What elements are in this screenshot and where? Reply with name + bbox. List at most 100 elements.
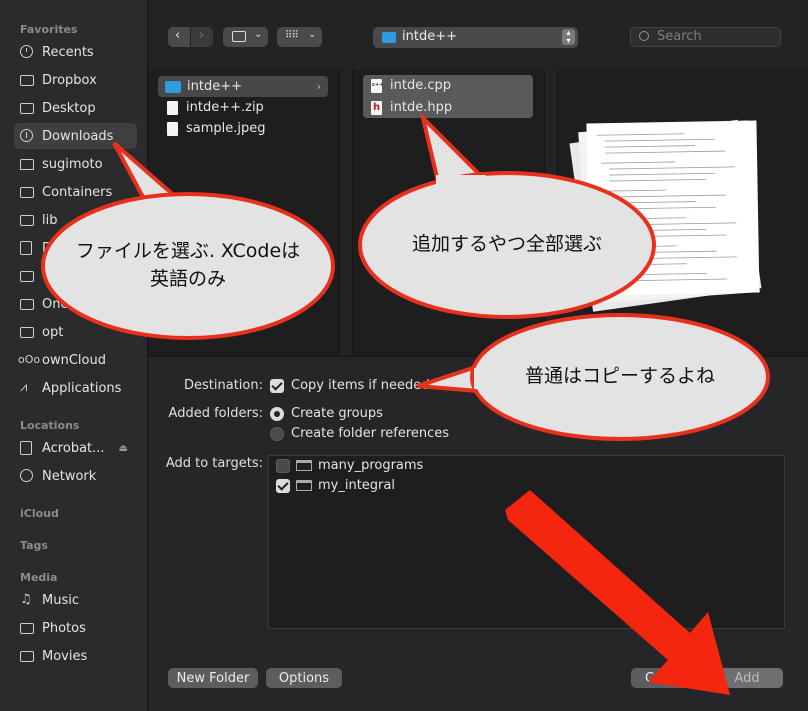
- chevron-right-icon: ›: [316, 80, 321, 93]
- owncloud-icon: oOo: [18, 353, 41, 366]
- callout-text-usually-copy: 普通はコピーするよね: [524, 365, 715, 388]
- location-label: intde++: [402, 29, 457, 44]
- sidebar-item-label: opt: [42, 324, 64, 340]
- list-item-intde-hpp[interactable]: h intde.hpp: [371, 97, 452, 118]
- sidebar-item-photos[interactable]: Photos: [14, 615, 137, 641]
- back-button[interactable]: ‹: [168, 27, 190, 47]
- location-popup[interactable]: intde++ ▴ ▾: [373, 27, 578, 48]
- locations-header: Locations: [20, 419, 80, 432]
- options-button[interactable]: Options: [266, 668, 342, 688]
- favorites-header: Favorites: [20, 23, 78, 36]
- sidebar-item-network[interactable]: Network: [14, 463, 137, 489]
- music-icon: ♫: [20, 592, 32, 607]
- target-checkbox[interactable]: [276, 458, 290, 473]
- file-preview: [566, 112, 776, 312]
- sidebar-item-label: D: [42, 240, 53, 256]
- film-icon: [20, 649, 34, 663]
- create-folder-references-label: Create folder references: [291, 426, 450, 441]
- sidebar-item-label: Music: [42, 592, 79, 608]
- sidebar-item-acrobat[interactable]: Acrobat... ⏏: [14, 435, 137, 461]
- file-badge: c++: [372, 81, 384, 88]
- search-field[interactable]: Search: [630, 27, 781, 47]
- sidebar-item-label: Acrobat...: [42, 440, 105, 456]
- list-item-intde-folder[interactable]: intde++ ›: [165, 76, 325, 97]
- copy-items-label: Copy items if needed: [291, 378, 430, 393]
- view-grid-button[interactable]: ⠿⠿ ⌄: [277, 27, 322, 47]
- sidebar-item-opt[interactable]: opt: [14, 319, 137, 345]
- cpp-file-icon: c++: [371, 78, 384, 93]
- target-row-my-integral[interactable]: my_integral: [276, 478, 395, 493]
- file-badge: h: [373, 101, 381, 113]
- copy-items-checkbox[interactable]: [270, 378, 284, 393]
- sidebar-item-label: lib: [42, 212, 58, 228]
- create-groups-label: Create groups: [291, 406, 383, 421]
- folder-icon: [20, 73, 34, 87]
- sidebar-item-downloads[interactable]: Downloads: [14, 123, 137, 149]
- forward-button[interactable]: ›: [191, 27, 213, 47]
- cancel-button[interactable]: Cancel: [631, 668, 703, 688]
- add-button[interactable]: Add: [711, 668, 783, 688]
- callout-text-select-file: ファイルを選ぶ. XCodeは英語のみ: [75, 240, 301, 290]
- grid-icon: ⠿⠿: [285, 30, 299, 41]
- sidebar-item-owncloud[interactable]: oOo ownCloud: [14, 347, 137, 373]
- media-header: Media: [20, 571, 58, 584]
- copy-items-option[interactable]: Copy items if needed: [270, 378, 429, 393]
- updown-chevron-icon: ▴ ▾: [562, 29, 575, 45]
- sidebar-item-label: Photos: [42, 620, 86, 636]
- create-folder-references-radio[interactable]: [270, 426, 284, 441]
- clock-icon: [20, 45, 34, 59]
- list-item-intde-cpp[interactable]: c++ intde.cpp: [371, 75, 451, 96]
- sidebar-item-label: Recents: [42, 44, 94, 60]
- column-divider[interactable]: [339, 70, 353, 356]
- folder-icon: [20, 185, 34, 199]
- added-folders-label: Added folders:: [168, 406, 263, 421]
- list-item-intde-zip[interactable]: intde++.zip: [167, 97, 264, 118]
- sidebar-item-sugimoto[interactable]: sugimoto: [14, 151, 137, 177]
- create-folder-references-option[interactable]: Create folder references: [270, 426, 449, 441]
- sidebar-item-label: ownCloud: [42, 352, 106, 368]
- view-columns-button[interactable]: ⌄: [223, 27, 268, 47]
- sidebar-item-recents[interactable]: Recents: [14, 39, 137, 65]
- callout-text-select-all: 追加するやつ全部選ぶ: [411, 233, 602, 256]
- columns-icon: [232, 31, 246, 42]
- document-icon: [20, 241, 34, 255]
- target-row-many-programs[interactable]: many_programs: [276, 458, 423, 473]
- tags-header: Tags: [20, 539, 48, 552]
- new-folder-button[interactable]: New Folder: [168, 668, 258, 688]
- sidebar-item-music[interactable]: ♫ Music: [14, 587, 137, 613]
- sidebar-item-label: Downloads: [42, 128, 114, 144]
- sidebar-item-label: Desktop: [42, 100, 96, 116]
- eject-icon[interactable]: ⏏: [119, 443, 128, 454]
- create-groups-option[interactable]: Create groups: [270, 406, 383, 421]
- home-icon: [20, 157, 34, 171]
- chevron-down-icon: ⌄: [254, 29, 263, 40]
- camera-icon: [20, 621, 34, 635]
- terminal-target-icon: [296, 460, 312, 471]
- sidebar-item-label: Containers: [42, 184, 113, 200]
- folder-icon: [20, 101, 34, 115]
- icloud-header: iCloud: [20, 507, 59, 520]
- file-name: intde++: [187, 79, 242, 94]
- target-checkbox[interactable]: [276, 478, 290, 493]
- target-label: many_programs: [318, 458, 424, 473]
- header-file-icon: h: [371, 100, 382, 115]
- sidebar-item-label: C: [42, 268, 52, 284]
- column-divider[interactable]: [544, 70, 558, 356]
- sidebar-item-dropbox[interactable]: Dropbox: [14, 67, 137, 93]
- sidebar-item-movies[interactable]: Movies: [14, 643, 137, 669]
- sidebar-item-containers[interactable]: Containers: [14, 179, 137, 205]
- folder-icon: [165, 80, 181, 93]
- terminal-target-icon: [296, 480, 312, 491]
- sidebar-item-label: Network: [42, 468, 97, 484]
- sidebar-item-applications[interactable]: ⩘ Applications: [14, 375, 137, 401]
- list-item-sample-jpeg[interactable]: sample.jpeg: [167, 118, 266, 139]
- target-label: my_integral: [318, 478, 395, 493]
- zip-file-icon: [167, 100, 178, 115]
- sidebar-item-desktop[interactable]: Desktop: [14, 95, 137, 121]
- destination-label: Destination:: [184, 378, 263, 393]
- sidebar-item-label: One: [42, 296, 69, 312]
- download-icon: [20, 129, 34, 143]
- chevron-right-icon: ›: [199, 28, 205, 43]
- create-groups-radio[interactable]: [270, 406, 284, 421]
- file-name: intde.cpp: [390, 78, 451, 93]
